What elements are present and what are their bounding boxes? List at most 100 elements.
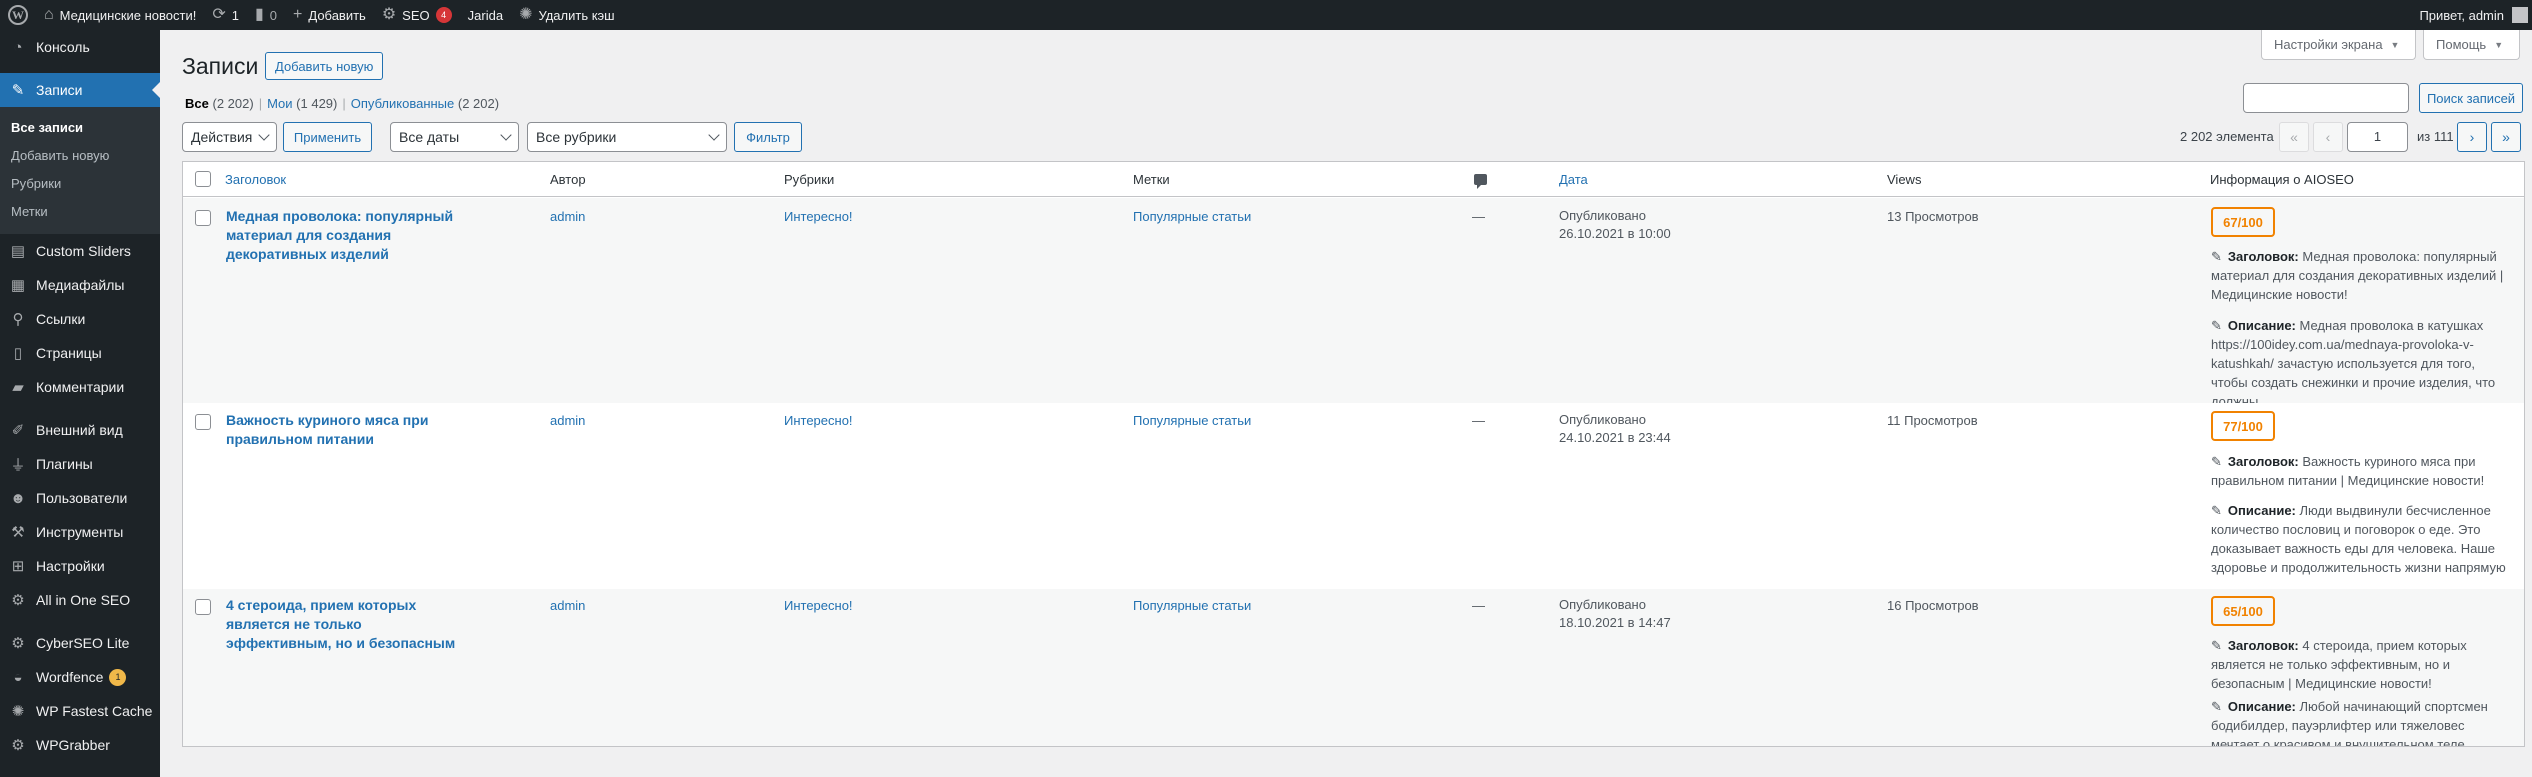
menu-settings[interactable]: ⊞ Настройки [0, 549, 160, 583]
author-link[interactable]: admin [550, 596, 585, 615]
menu-posts[interactable]: ✎ Записи [0, 73, 160, 107]
search-input[interactable] [2243, 83, 2409, 113]
menu-dashboard[interactable]: ◔ Консоль [0, 30, 160, 64]
menu-users[interactable]: ☻ Пользователи [0, 481, 160, 515]
view-published[interactable]: Опубликованные (2 202) [351, 96, 499, 111]
clear-cache-label: Удалить кэш [538, 7, 615, 23]
posts-table: Заголовок Автор Рубрики Метки Дата Views… [182, 161, 2525, 747]
category-link[interactable]: Интересно! [784, 596, 853, 615]
comments-icon: ▰ [12, 379, 24, 396]
plus-icon: + [293, 6, 303, 23]
pencil-icon[interactable]: ✎ [2211, 697, 2222, 716]
submenu-add-new[interactable]: Добавить новую [0, 142, 160, 170]
last-page-button[interactable]: » [2491, 122, 2521, 152]
menu-tools[interactable]: ⚒ Инструменты [0, 515, 160, 549]
pencil-icon[interactable]: ✎ [2211, 316, 2222, 335]
select-all-checkbox[interactable] [195, 171, 211, 187]
pencil-icon[interactable]: ✎ [2211, 636, 2222, 655]
view-all-label: Все [185, 96, 209, 111]
view-mine[interactable]: Мои (1 429) [267, 96, 337, 111]
menu-pages[interactable]: ▯ Страницы [0, 336, 160, 370]
menu-media[interactable]: ▦ Медиафайлы [0, 268, 160, 302]
seo-description-block: ✎ Описание: Люди выдвинули бесчисленное к… [2211, 501, 2511, 577]
menu-wpgrabber[interactable]: ⚙ WPGrabber [0, 728, 160, 762]
view-mine-count: (1 429) [296, 96, 338, 111]
pencil-icon[interactable]: ✎ [2211, 247, 2222, 266]
seo-menu-link[interactable]: ⚙ SEO 4 [374, 0, 460, 30]
tag-link[interactable]: Популярные статьи [1133, 596, 1251, 615]
date-filter-select[interactable]: Все даты [390, 122, 519, 152]
category-filter-select[interactable]: Все рубрики [527, 122, 727, 152]
next-page-button[interactable]: › [2457, 122, 2487, 152]
view-published-count: (2 202) [457, 96, 500, 111]
post-title-link[interactable]: Важность куриного мяса при правильном пи… [226, 411, 471, 449]
bulk-actions-select[interactable]: Действия [182, 122, 277, 152]
menu-wordfence[interactable]: ◒ Wordfence 1 [0, 660, 160, 694]
current-page-input[interactable]: 1 [2347, 122, 2408, 152]
wordpress-logo-icon[interactable]: W [0, 0, 36, 30]
plugin-icon: ⏚ [10, 456, 26, 474]
row-checkbox[interactable] [195, 599, 211, 615]
bulk-actions-value: Действия [191, 129, 253, 145]
theme-link[interactable]: Jarida [460, 0, 511, 30]
menu-cyberseo[interactable]: ⚙ CyberSEO Lite [0, 626, 160, 660]
tag-link[interactable]: Популярные статьи [1133, 411, 1251, 430]
seo-desc-label: Описание: [2227, 699, 2296, 714]
menu-users-label: Пользователи [36, 490, 128, 506]
pencil-icon[interactable]: ✎ [2211, 452, 2222, 471]
site-name-link[interactable]: ⌂ Медицинские новости! [36, 0, 204, 30]
search-posts-button[interactable]: Поиск записей [2419, 83, 2523, 113]
comments-column-icon[interactable] [1474, 174, 1487, 189]
add-new-link[interactable]: + Добавить [285, 0, 374, 30]
seo-description-block: ✎ Описание: Медная проволока в катушках h… [2211, 316, 2511, 403]
menu-plugins[interactable]: ⏚ Плагины [0, 447, 160, 481]
filter-button[interactable]: Фильтр [734, 122, 802, 152]
row-checkbox[interactable] [195, 414, 211, 430]
add-new-label: Добавить [308, 7, 366, 23]
view-all-count: (2 202) [212, 96, 254, 111]
updates-count: 1 [231, 7, 239, 23]
my-account-link[interactable]: Привет, admin [2411, 0, 2532, 30]
submenu-tags[interactable]: Метки [0, 198, 160, 226]
site-name: Медицинские новости! [59, 7, 197, 23]
comment-icon: ▮ [254, 6, 264, 23]
seo-title-label: Заголовок: [2227, 454, 2299, 469]
menu-comments[interactable]: ▰ Комментарии [0, 370, 160, 404]
seo-score-badge[interactable]: 65/100 [2211, 596, 2275, 626]
category-link[interactable]: Интересно! [784, 207, 853, 226]
menu-wpgrabber-label: WPGrabber [36, 737, 110, 753]
cache-icon: ✺ [11, 703, 25, 720]
apply-button[interactable]: Применить [283, 122, 372, 152]
column-date[interactable]: Дата [1559, 162, 1588, 197]
pencil-icon[interactable]: ✎ [2211, 501, 2222, 520]
comments-link[interactable]: ▮ 0 [247, 0, 285, 30]
seo-score-badge[interactable]: 77/100 [2211, 411, 2275, 441]
post-title-link[interactable]: Медная проволока: популярный материал дл… [226, 207, 471, 264]
comments-count: — [1472, 413, 1485, 428]
add-new-post-button[interactable]: Добавить новую [265, 52, 384, 80]
table-row: Медная проволока: популярный материал дл… [183, 198, 2524, 403]
submenu-categories[interactable]: Рубрики [0, 170, 160, 198]
post-status: Опубликовано [1559, 208, 1646, 223]
updates-link[interactable]: ⟳ 1 [204, 0, 247, 30]
post-status: Опубликовано [1559, 597, 1646, 612]
category-link[interactable]: Интересно! [784, 411, 853, 430]
menu-links[interactable]: ⚲ Ссылки [0, 302, 160, 336]
submenu-all-posts[interactable]: Все записи [0, 114, 160, 142]
menu-custom-sliders[interactable]: ▤ Custom Sliders [0, 234, 160, 268]
menu-wp-fastest-cache[interactable]: ✺ WP Fastest Cache [0, 694, 160, 728]
tag-link[interactable]: Популярные статьи [1133, 207, 1251, 226]
column-title[interactable]: Заголовок [225, 162, 286, 197]
author-link[interactable]: admin [550, 411, 585, 430]
clear-cache-link[interactable]: ✺ Удалить кэш [511, 0, 623, 30]
menu-aioseo-label: All in One SEO [36, 592, 131, 608]
author-link[interactable]: admin [550, 207, 585, 226]
seo-badge: 4 [435, 7, 452, 23]
menu-aioseo[interactable]: ⚙ All in One SEO [0, 583, 160, 617]
menu-appearance[interactable]: ✐ Внешний вид [0, 413, 160, 447]
view-all[interactable]: Все (2 202) [185, 96, 254, 111]
post-status-views: Все (2 202) | Мои (1 429) | Опубликованные (… [185, 96, 500, 111]
seo-score-badge[interactable]: 67/100 [2211, 207, 2275, 237]
row-checkbox[interactable] [195, 210, 211, 226]
post-title-link[interactable]: 4 стероида, прием которых является не то… [226, 596, 471, 653]
